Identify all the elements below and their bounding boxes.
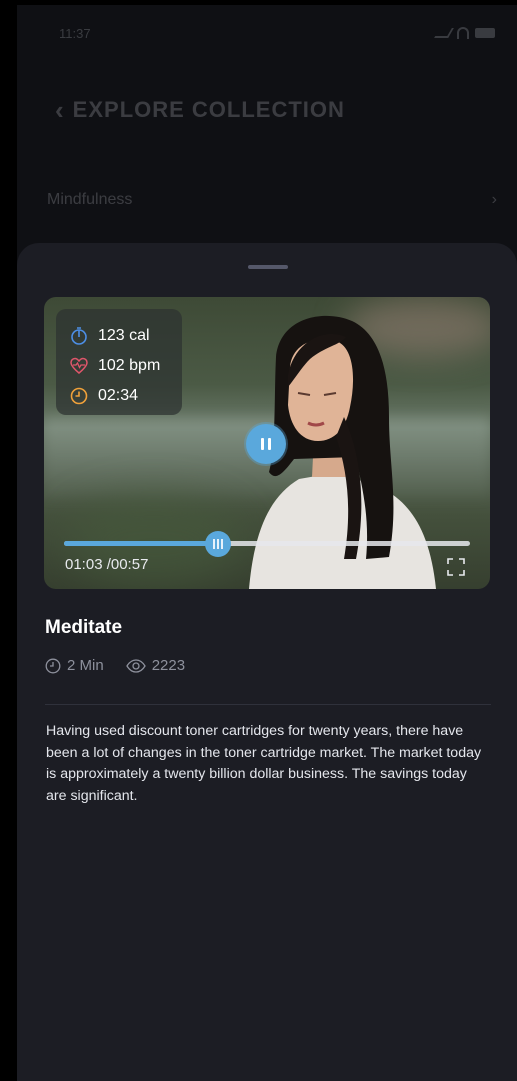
clock-icon <box>45 658 61 673</box>
clock-icon <box>70 387 88 405</box>
eye-icon <box>125 658 146 673</box>
workout-stats-card: 123 cal 102 bpm 02:34 <box>56 309 182 415</box>
divider <box>45 704 491 705</box>
back-chevron-icon[interactable]: ‹ <box>55 97 65 123</box>
collection-section-row[interactable]: Mindfulness › <box>47 191 497 209</box>
status-icons <box>434 27 495 39</box>
heart-rate-icon <box>70 357 88 374</box>
stat-calories: 123 cal <box>70 321 168 351</box>
timer-icon <box>71 327 87 345</box>
progress-fill <box>64 541 219 546</box>
pause-button[interactable] <box>246 424 286 464</box>
calories-value: 123 cal <box>98 327 150 344</box>
screen: 11:37 ‹ EXPLORE COLLECTION Mindfulness › <box>17 5 517 1081</box>
status-bar: 11:37 <box>17 5 517 61</box>
video-player[interactable]: 123 cal 102 bpm 02:34 01:03 /00:57 <box>44 297 490 589</box>
stat-heart-rate: 102 bpm <box>70 351 168 381</box>
battery-icon <box>475 28 495 38</box>
session-title: Meditate <box>45 617 123 638</box>
pause-icon <box>261 438 271 450</box>
status-time: 11:37 <box>59 25 91 41</box>
fullscreen-icon[interactable] <box>446 557 466 577</box>
section-title: Mindfulness <box>47 191 133 208</box>
playback-time: 01:03 /00:57 <box>65 556 149 573</box>
explore-header-title: EXPLORE COLLECTION <box>72 97 345 122</box>
wifi-icon <box>457 27 469 39</box>
explore-header[interactable]: ‹ EXPLORE COLLECTION <box>55 97 345 123</box>
playback-progress-bar[interactable] <box>64 531 470 557</box>
stat-duration: 02:34 <box>70 381 168 411</box>
meta-duration: 2 Min <box>45 657 104 674</box>
sheet-drag-handle[interactable] <box>248 265 288 269</box>
duration-text: 2 Min <box>67 657 104 674</box>
chevron-right-icon: › <box>491 191 497 208</box>
signal-icon <box>434 28 454 38</box>
meta-views: 2223 <box>125 657 186 674</box>
duration-value: 02:34 <box>98 387 139 404</box>
heart-rate-value: 102 bpm <box>98 357 161 374</box>
detail-bottom-sheet: 123 cal 102 bpm 02:34 01:03 /00:57 Medit… <box>17 243 517 1081</box>
session-description: Having used discount toner cartridges fo… <box>46 723 482 804</box>
views-count: 2223 <box>151 657 186 674</box>
session-meta: 2 Min 2223 <box>45 657 185 674</box>
